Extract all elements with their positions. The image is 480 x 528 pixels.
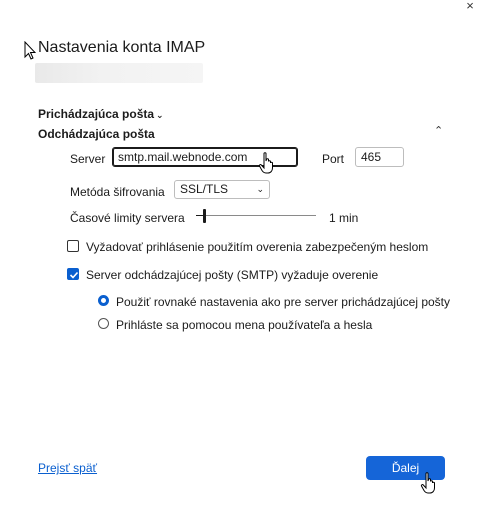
- radio-same-settings[interactable]: [98, 295, 109, 306]
- spa-label: Vyžadovať prihlásenie použitím overenia …: [86, 240, 429, 254]
- radio-username-password-label: Prihláste sa pomocou mena používateľa a …: [116, 318, 373, 332]
- dialog-title: Nastavenia konta IMAP: [38, 39, 206, 56]
- chevron-down-icon: ⌄: [156, 110, 164, 120]
- radio-same-settings-label: Použiť rovnaké nastavenia ako pre server…: [116, 295, 451, 309]
- encryption-value: SSL/TLS: [180, 182, 229, 196]
- chevron-down-icon: ⌄: [256, 184, 264, 194]
- section-incoming-mail[interactable]: Prichádzajúca pošta ⌄: [38, 107, 164, 121]
- arrow-cursor-icon: [24, 41, 36, 60]
- timeout-label: Časové limity servera: [70, 211, 185, 225]
- spa-checkbox[interactable]: [67, 240, 79, 252]
- account-email-redacted: [35, 63, 203, 83]
- encryption-label: Metóda šifrovania: [70, 185, 165, 199]
- radio-username-password[interactable]: [98, 318, 109, 329]
- timeout-slider-track[interactable]: [196, 215, 316, 216]
- server-label: Server: [70, 152, 106, 166]
- back-link[interactable]: Prejsť späť: [38, 461, 97, 475]
- smtp-auth-checkbox[interactable]: [67, 268, 79, 280]
- checkmark-icon: [69, 271, 79, 279]
- smtp-auth-label: Server odchádzajúcej pošty (SMTP) vyžadu…: [86, 268, 379, 282]
- port-input[interactable]: 465: [355, 147, 404, 167]
- hand-cursor-icon: [420, 472, 435, 494]
- timeout-slider-thumb[interactable]: [203, 209, 206, 223]
- port-label: Port: [322, 152, 345, 166]
- hand-cursor-icon: [258, 152, 273, 174]
- chevron-up-icon[interactable]: ⌃: [434, 124, 443, 137]
- imap-settings-dialog: × Nastavenia konta IMAP Prichádzajúca po…: [0, 0, 480, 528]
- section-outgoing-label: Odchádzajúca pošta: [38, 127, 155, 141]
- section-outgoing-mail[interactable]: Odchádzajúca pošta: [38, 127, 155, 141]
- timeout-value: 1 min: [329, 211, 359, 225]
- section-incoming-label: Prichádzajúca pošta: [38, 107, 155, 121]
- encryption-select[interactable]: SSL/TLS ⌄: [174, 180, 270, 199]
- close-icon[interactable]: ×: [463, 0, 477, 14]
